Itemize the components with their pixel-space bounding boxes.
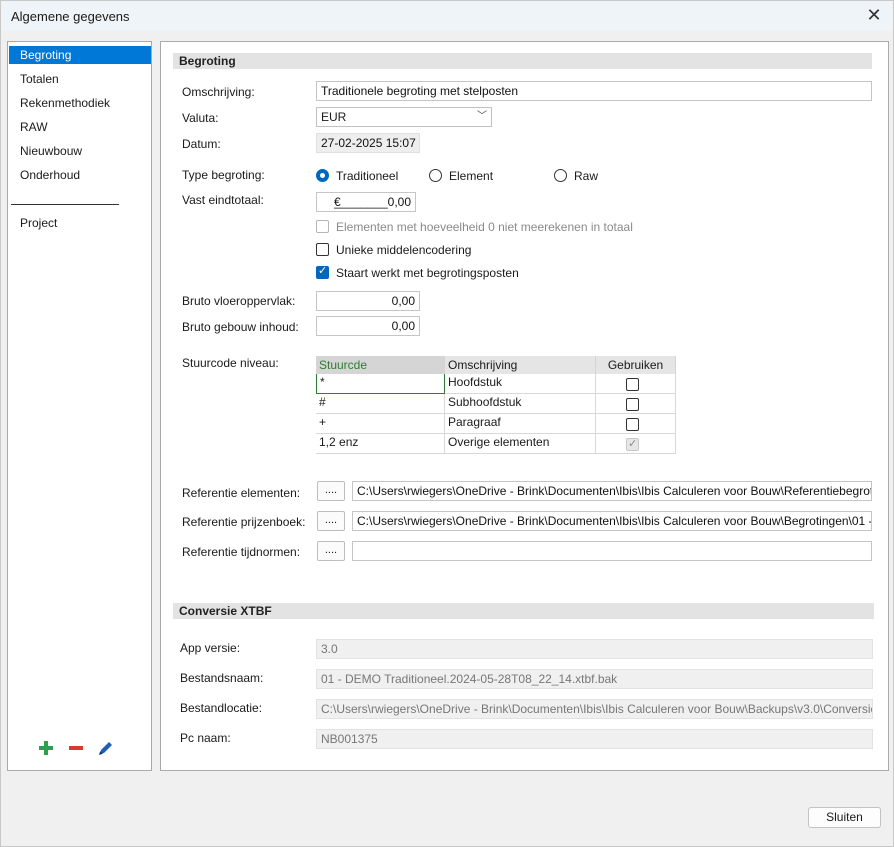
radio-raw[interactable] <box>554 169 567 182</box>
checkbox-unieke-middelencodering-label[interactable]: Unieke middelencodering <box>336 243 471 257</box>
app-versie-label: App versie: <box>180 641 241 655</box>
remove-icon[interactable] <box>66 738 86 758</box>
bestandsnaam-label: Bestandsnaam: <box>180 671 264 685</box>
radio-element[interactable] <box>429 169 442 182</box>
edit-icon[interactable] <box>96 738 116 758</box>
sidebar-item-begroting[interactable]: Begroting <box>9 46 151 64</box>
grid-cell-omschrijving[interactable]: Overige elementen <box>445 434 596 454</box>
sidebar-item-project[interactable]: Project <box>9 214 151 232</box>
gebruiken-checkbox <box>626 436 639 452</box>
sidebar-toolbar <box>36 738 126 758</box>
sidebar-divider <box>11 204 119 205</box>
bestandlocatie-label: Bestandlocatie: <box>180 701 263 715</box>
referentie-elementen-input[interactable]: C:\Users\rwiegers\OneDrive - Brink\Docum… <box>352 481 872 501</box>
pc-naam-label: Pc naam: <box>180 731 231 745</box>
type-begroting-label: Type begroting: <box>182 168 265 182</box>
section-header-begroting: Begroting <box>173 53 872 69</box>
referentie-prijzenboek-label: Referentie prijzenboek: <box>182 515 306 529</box>
grid-cell-code[interactable]: * <box>316 374 445 394</box>
checkbox-elementen-nul-label: Elementen met hoeveelheid 0 niet meereke… <box>336 220 633 234</box>
bruto-vloeroppervlak-input[interactable]: 0,00 <box>316 291 420 311</box>
radio-element-label[interactable]: Element <box>449 169 493 183</box>
dialog-window: Algemene gegevens ✕ Begroting Totalen Re… <box>0 0 894 847</box>
valuta-select[interactable]: EUR ﹀ <box>316 107 492 127</box>
sidebar-item-totalen[interactable]: Totalen <box>9 70 151 88</box>
stuurcode-grid: Stuurcde Omschrijving Gebruiken * Hoofds… <box>316 356 676 456</box>
omschrijving-input[interactable]: Traditionele begroting met stelposten <box>316 81 872 101</box>
browse-referentie-elementen-button[interactable]: .... <box>317 481 345 501</box>
main-panel: Begroting Omschrijving: Traditionele beg… <box>160 41 889 771</box>
omschrijving-label: Omschrijving: <box>182 85 255 99</box>
radio-raw-label[interactable]: Raw <box>574 169 598 183</box>
grid-cell-gebruiken <box>596 414 676 434</box>
checkbox-unieke-middelencodering[interactable] <box>316 243 329 256</box>
stuurcode-niveau-label: Stuurcode niveau: <box>182 356 279 370</box>
browse-referentie-prijzenboek-button[interactable]: .... <box>317 511 345 531</box>
sluiten-button[interactable]: Sluiten <box>808 807 881 828</box>
checkbox-staart-begrotingsposten[interactable] <box>316 264 329 279</box>
valuta-label: Valuta: <box>182 111 219 125</box>
vast-eindtotaal-label: Vast eindtotaal: <box>182 193 264 207</box>
vast-eindtotaal-value: ________0,00 <box>334 195 411 209</box>
title-bar: Algemene gegevens ✕ <box>1 1 893 31</box>
gebruiken-checkbox[interactable] <box>626 378 639 391</box>
referentie-elementen-label: Referentie elementen: <box>182 486 301 500</box>
sidebar: Begroting Totalen Rekenmethodiek RAW Nie… <box>7 41 152 771</box>
vast-eindtotaal-input[interactable]: € ________0,00 <box>316 192 416 212</box>
bestandlocatie-field: C:\Users\rwiegers\OneDrive - Brink\Docum… <box>316 699 873 719</box>
sidebar-item-onderhoud[interactable]: Onderhoud <box>9 166 151 184</box>
grid-cell-gebruiken <box>596 434 676 454</box>
bruto-vloeroppervlak-label: Bruto vloeroppervlak: <box>182 294 296 308</box>
referentie-prijzenboek-input[interactable]: C:\Users\rwiegers\OneDrive - Brink\Docum… <box>352 511 872 531</box>
grid-cell-gebruiken <box>596 394 676 414</box>
referentie-tijdnormen-label: Referentie tijdnormen: <box>182 545 301 559</box>
grid-cell-code[interactable]: # <box>316 394 445 414</box>
sidebar-item-raw[interactable]: RAW <box>9 118 151 136</box>
app-versie-field: 3.0 <box>316 639 873 659</box>
referentie-tijdnormen-input[interactable] <box>352 541 872 561</box>
bruto-gebouw-inhoud-input[interactable]: 0,00 <box>316 316 420 336</box>
column-header-gebruiken[interactable]: Gebruiken <box>596 356 676 374</box>
browse-referentie-tijdnormen-button[interactable]: .... <box>317 541 345 561</box>
sidebar-item-nieuwbouw[interactable]: Nieuwbouw <box>9 142 151 160</box>
grid-cell-omschrijving[interactable]: Paragraaf <box>445 414 596 434</box>
bestandsnaam-field: 01 - DEMO Traditioneel.2024-05-28T08_22_… <box>316 669 873 689</box>
radio-traditioneel[interactable] <box>316 169 329 182</box>
valuta-value: EUR <box>321 110 347 124</box>
gebruiken-checkbox[interactable] <box>626 398 639 411</box>
sidebar-item-rekenmethodiek[interactable]: Rekenmethodiek <box>9 94 151 112</box>
grid-cell-omschrijving[interactable]: Hoofdstuk <box>445 374 596 394</box>
bruto-gebouw-inhoud-label: Bruto gebouw inhoud: <box>182 320 299 334</box>
grid-cell-gebruiken <box>596 374 676 394</box>
add-icon[interactable] <box>36 738 56 758</box>
grid-cell-code[interactable]: 1,2 enz <box>316 434 445 454</box>
gebruiken-checkbox[interactable] <box>626 418 639 431</box>
datum-field[interactable]: 27-02-2025 15:07 <box>316 133 420 153</box>
chevron-down-icon: ﹀ <box>477 111 487 122</box>
grid-cell-code[interactable]: + <box>316 414 445 434</box>
datum-label: Datum: <box>182 137 221 151</box>
checkbox-elementen-nul[interactable] <box>316 220 329 233</box>
column-header-stuurcode[interactable]: Stuurcde <box>316 356 445 374</box>
window-title: Algemene gegevens <box>11 9 130 24</box>
radio-traditioneel-label[interactable]: Traditioneel <box>336 169 398 183</box>
close-icon[interactable]: ✕ <box>861 4 887 28</box>
section-header-conversie: Conversie XTBF <box>173 603 874 619</box>
checkbox-staart-begrotingsposten-label[interactable]: Staart werkt met begrotingsposten <box>336 266 519 280</box>
pc-naam-field: NB001375 <box>316 729 873 749</box>
grid-cell-omschrijving[interactable]: Subhoofdstuk <box>445 394 596 414</box>
column-header-omschrijving[interactable]: Omschrijving <box>445 356 596 374</box>
